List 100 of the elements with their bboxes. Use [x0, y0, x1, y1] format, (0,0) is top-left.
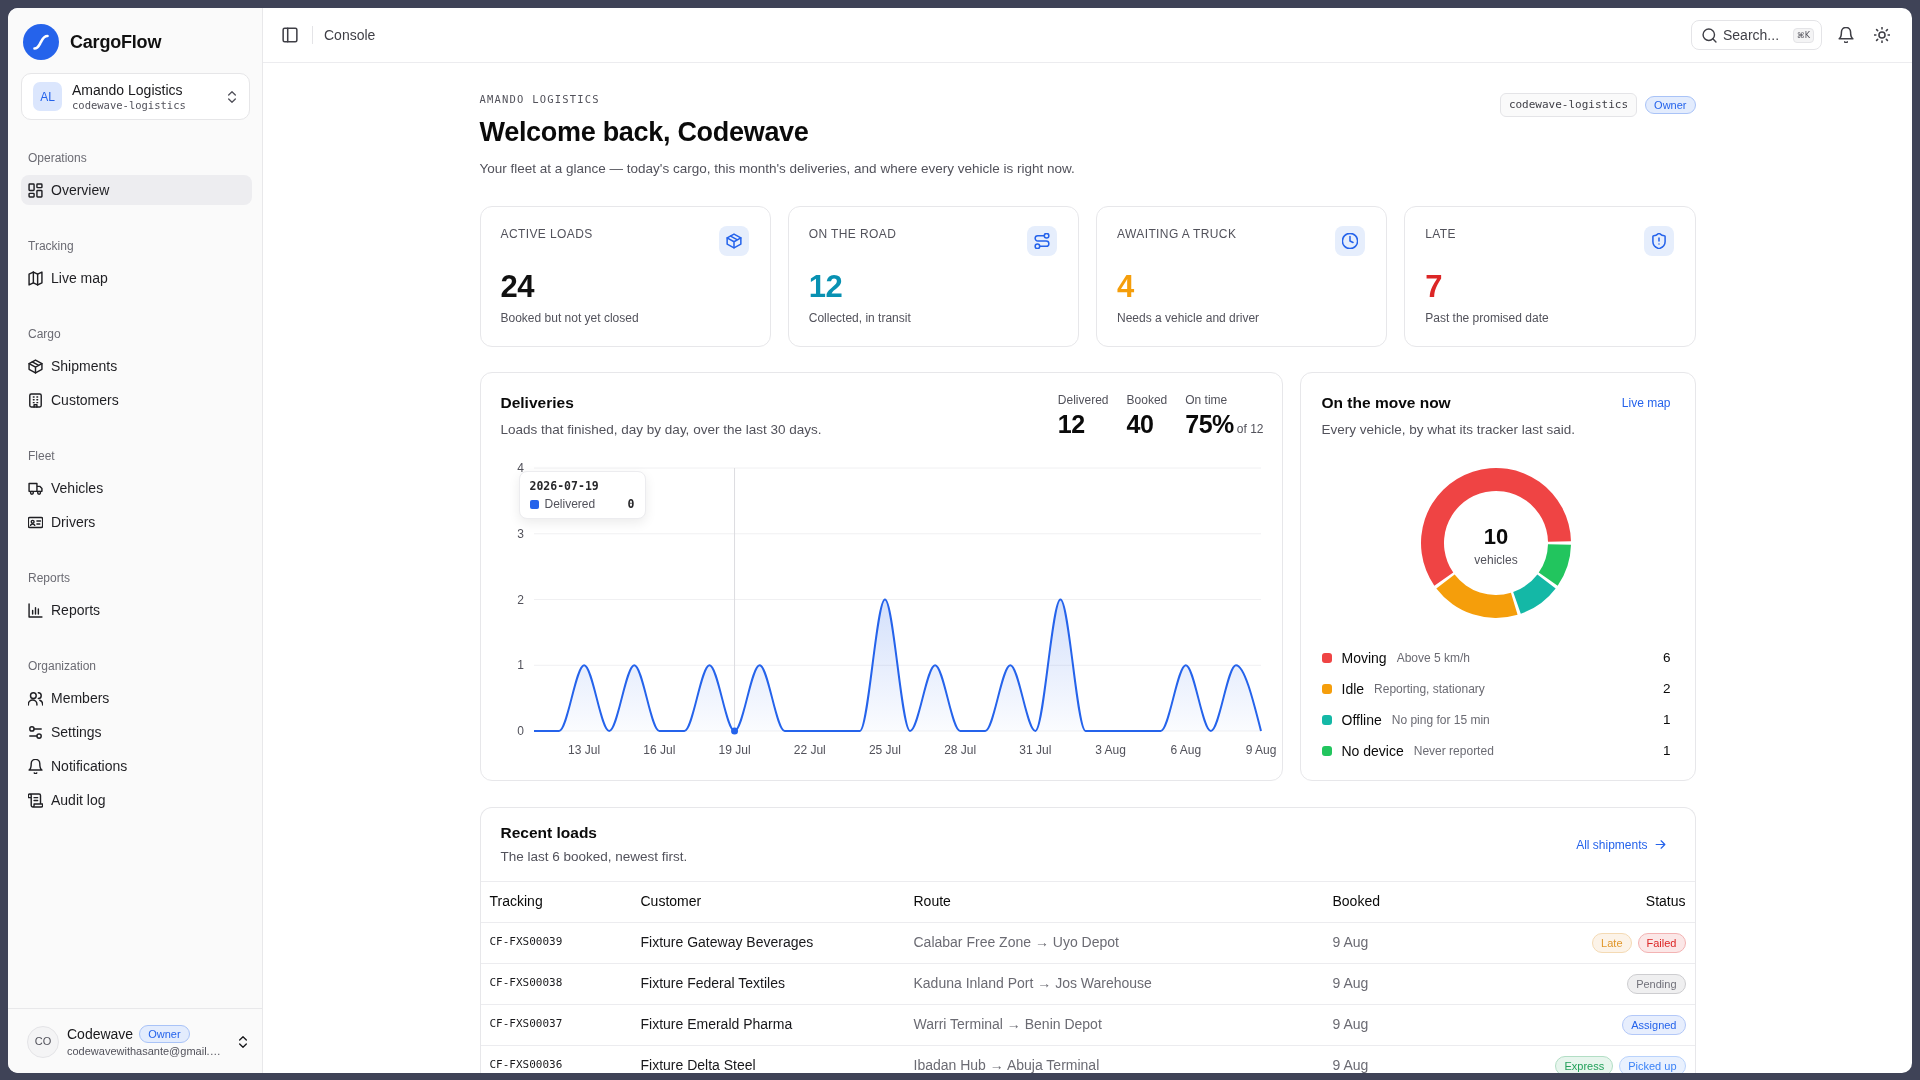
x-axis-label: 13 Jul: [567, 743, 600, 757]
tracking-id: CF-FXS00038: [480, 963, 632, 1004]
card-subtitle: The last 6 booked, newest first.: [500, 848, 688, 866]
route-text: Kaduna Inland Port → Jos Warehouse: [904, 963, 1324, 1004]
stat-value: 12: [808, 269, 844, 305]
status-tag: Failed: [1637, 932, 1686, 953]
page-subtitle: Your fleet at a glance — today's cargo, this month's deliveries, and where every vehicle is right now.: [479, 160, 1075, 178]
route-text: Calabar Free Zone → Uyo Depot: [904, 922, 1324, 963]
id-card-icon: [28, 514, 43, 530]
search-button[interactable]: Search... ⌘K: [1691, 20, 1822, 50]
card-title: On the move now: [1321, 393, 1451, 413]
figure-value: 75%: [1185, 410, 1234, 438]
column-header: Tracking: [480, 882, 632, 922]
page-heading: Welcome back, Codewave: [479, 116, 810, 149]
map-icon: [28, 270, 43, 286]
all-shipments-link[interactable]: All shipments: [1568, 831, 1675, 858]
role-tag: Owner: [139, 1025, 190, 1043]
sidebar-item[interactable]: Live map: [21, 263, 252, 293]
card-title: Recent loads: [500, 823, 598, 843]
users-icon: [28, 690, 43, 706]
status-note: Above 5 km/h: [1396, 650, 1470, 667]
stat-value: 4: [1117, 269, 1135, 305]
series-swatch-icon: [529, 499, 539, 509]
page-title: Console: [324, 25, 376, 45]
status-tag: Picked up: [1619, 1055, 1686, 1073]
search-icon: [1702, 27, 1717, 43]
user-email: codewavewithasante@gmail.…: [67, 1044, 222, 1059]
live-map-link[interactable]: Live map: [1621, 394, 1671, 412]
status-tag: Pending: [1627, 973, 1686, 994]
org-avatar: AL: [33, 82, 62, 111]
booked-date: 9 Aug: [1323, 1004, 1438, 1045]
shortcut-key: ⌘K: [1792, 27, 1814, 43]
figure-label: On time: [1185, 392, 1229, 408]
bell-icon: [1838, 27, 1854, 43]
scroll-icon: [28, 792, 43, 808]
sidebar-item[interactable]: Notifications: [21, 751, 252, 781]
tooltip-series: Delivered: [544, 496, 596, 513]
x-axis-label: 3 Aug: [1094, 743, 1126, 757]
stat-caption: Collected, in transit: [808, 310, 912, 326]
status-note: Reporting, stationary: [1374, 681, 1485, 698]
stat-value: 24: [500, 269, 536, 305]
x-axis-label: 28 Jul: [943, 743, 976, 757]
sidebar-item[interactable]: Drivers: [21, 507, 252, 537]
role-tag: Owner: [1645, 96, 1696, 114]
booked-date: 9 Aug: [1323, 922, 1438, 963]
org-eyebrow: AMANDO LOGISTICS: [479, 92, 601, 107]
building-icon: [28, 392, 43, 408]
dashboard-icon: [28, 182, 43, 198]
customer-name: Fixture Emerald Pharma: [631, 1004, 905, 1045]
sidebar-item[interactable]: Vehicles: [21, 473, 252, 503]
x-axis-label: 16 Jul: [642, 743, 675, 757]
status-note: No ping for 15 min: [1391, 712, 1490, 729]
clock-icon: [1335, 226, 1366, 256]
status-name: Moving: [1341, 648, 1387, 668]
y-axis-label: 4: [516, 461, 524, 475]
sidebar-item[interactable]: Settings: [21, 717, 252, 747]
tracking-id: CF-FXS00036: [480, 1045, 632, 1073]
sidebar-item[interactable]: Customers: [21, 385, 252, 415]
x-axis-label: 9 Aug: [1245, 743, 1276, 757]
sidebar-item[interactable]: Reports: [21, 595, 252, 625]
bell-icon: [28, 758, 43, 774]
y-axis-label: 2: [516, 592, 524, 607]
box-icon: [28, 358, 43, 374]
figure-value: 12: [1057, 410, 1085, 438]
arrow-right-icon: [1653, 838, 1667, 851]
truck-icon: [28, 480, 43, 496]
x-axis-label: 31 Jul: [1018, 743, 1051, 757]
tooltip-value: 0: [627, 496, 635, 513]
route-text: Ibadan Hub → Abuja Terminal: [904, 1045, 1324, 1073]
sidebar-item[interactable]: Members: [21, 683, 252, 713]
x-axis-label: 19 Jul: [718, 743, 751, 757]
sidebar-item[interactable]: Overview: [21, 175, 252, 205]
column-header: Customer: [631, 882, 905, 922]
stat-caption: Past the promised date: [1425, 310, 1550, 326]
x-axis-label: 25 Jul: [868, 743, 901, 757]
stat-value: 7: [1425, 269, 1443, 305]
shield-icon: [1643, 226, 1674, 256]
status-name: No device: [1341, 741, 1404, 761]
y-axis-label: 1: [516, 658, 524, 673]
stat-label: ON THE ROAD: [808, 226, 897, 242]
status-count: 1: [1663, 710, 1671, 729]
section-heading: Tracking: [27, 238, 75, 255]
section-heading: Cargo: [27, 326, 62, 343]
sidebar-item[interactable]: Shipments: [21, 351, 252, 381]
x-axis-label: 22 Jul: [793, 743, 826, 757]
route-icon: [1027, 226, 1057, 256]
booked-date: 9 Aug: [1323, 963, 1438, 1004]
chevrons-icon[interactable]: [236, 1034, 250, 1049]
y-axis-label: 3: [516, 526, 524, 541]
status-count: 1: [1663, 741, 1671, 760]
stat-label: LATE: [1425, 226, 1456, 242]
sidebar-item[interactable]: Audit log: [21, 785, 252, 815]
section-heading: Organization: [27, 658, 98, 675]
user-avatar: CO: [27, 1025, 59, 1058]
org-switcher[interactable]: AL Amando Logistics codewave-logistics: [21, 73, 250, 120]
y-axis-label: 0: [516, 724, 524, 738]
status-count: 6: [1663, 648, 1671, 667]
figure-note: of 12: [1236, 421, 1264, 438]
stat-label: AWAITING A TRUCK: [1117, 226, 1237, 242]
card-subtitle: Every vehicle, by what its tracker last said.: [1321, 421, 1577, 439]
